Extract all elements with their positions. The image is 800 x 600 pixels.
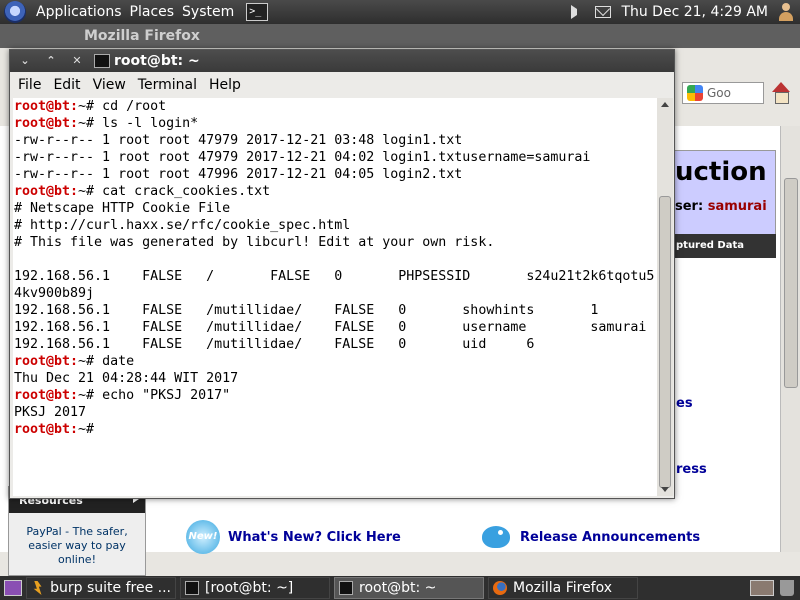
terminal-line: root@bt:~# ls -l login* bbox=[14, 116, 199, 131]
terminal-line: -rw-r--r-- 1 root root 47979 2017-12-21 … bbox=[14, 133, 463, 148]
firefox-scrollbar[interactable] bbox=[780, 126, 800, 552]
window-title: root@bt: ~ bbox=[114, 53, 200, 69]
terminal-line: # Netscape HTTP Cookie File bbox=[14, 201, 231, 216]
home-icon[interactable] bbox=[770, 82, 792, 104]
sidebar: Resources PayPal - The safer, easier way… bbox=[8, 486, 146, 576]
terminal-titlebar[interactable]: ⌄ ⌃ ✕ root@bt: ~ bbox=[10, 50, 674, 72]
clock[interactable]: Thu Dec 21, 4:29 AM bbox=[621, 4, 768, 20]
google-icon[interactable] bbox=[687, 85, 703, 101]
show-desktop-icon[interactable] bbox=[4, 580, 22, 596]
terminal-line: root@bt:~# date bbox=[14, 354, 135, 369]
taskbar-item-terminal-1[interactable]: [root@bt: ~] bbox=[180, 577, 330, 599]
taskbar: burp suite free ... [root@bt: ~] root@bt… bbox=[0, 576, 800, 600]
scrollbar-thumb[interactable] bbox=[784, 178, 798, 388]
nav-link-fragment[interactable]: ress bbox=[676, 462, 707, 477]
terminal-line: Thu Dec 21 04:28:44 WIT 2017 bbox=[14, 371, 239, 386]
terminal-line: # This file was generated by libcurl! Ed… bbox=[14, 235, 495, 250]
mail-icon[interactable] bbox=[595, 6, 612, 18]
terminal-icon bbox=[339, 581, 353, 595]
shell-prompt: root@bt: bbox=[14, 354, 79, 369]
nav-link-fragment[interactable]: es bbox=[676, 396, 693, 411]
menu-edit[interactable]: Edit bbox=[53, 77, 80, 93]
shell-prompt: root@bt: bbox=[14, 184, 79, 199]
menu-system[interactable]: System bbox=[178, 4, 238, 20]
chevron-down-icon[interactable]: ⌄ bbox=[14, 52, 36, 70]
close-icon[interactable]: ✕ bbox=[66, 52, 88, 70]
terminal-line: 192.168.56.1 FALSE /mutillidae/ FALSE 0 … bbox=[14, 337, 535, 352]
trash-icon[interactable] bbox=[780, 580, 794, 596]
terminal-line: 4kv900b89j bbox=[14, 286, 95, 301]
shell-prompt: root@bt: bbox=[14, 99, 79, 114]
chevron-up-icon[interactable]: ⌃ bbox=[40, 52, 62, 70]
terminal-line: -rw-r--r-- 1 root root 47996 2017-12-21 … bbox=[14, 167, 463, 182]
shell-prompt: root@bt: bbox=[14, 116, 79, 131]
menu-terminal[interactable]: Terminal bbox=[138, 77, 197, 93]
terminal-line: root@bt:~# echo "PKSJ 2017" bbox=[14, 388, 231, 403]
terminal-launcher-icon[interactable]: >_ bbox=[246, 3, 269, 21]
logged-in-user: ser: samurai bbox=[675, 199, 767, 214]
twitter-bird-icon[interactable] bbox=[478, 520, 514, 552]
terminal-line: root@bt:~# bbox=[14, 422, 95, 437]
captured-data-bar[interactable]: ptured Data bbox=[672, 234, 776, 258]
distro-logo-icon[interactable] bbox=[4, 1, 26, 23]
page-heading-box: uction ser: samurai bbox=[672, 150, 776, 246]
taskbar-item-terminal-2[interactable]: root@bt: ~ bbox=[334, 577, 484, 599]
taskbar-item-burp[interactable]: burp suite free ... bbox=[26, 577, 176, 599]
terminal-scrollbar[interactable] bbox=[657, 98, 673, 496]
terminal-output[interactable]: root@bt:~# cd /root root@bt:~# ls -l logi… bbox=[13, 98, 657, 496]
top-panel: Applications Places System >_ Thu Dec 21… bbox=[0, 0, 800, 24]
scroll-up-icon[interactable] bbox=[661, 102, 669, 107]
whats-new-link[interactable]: What's New? Click Here bbox=[228, 530, 401, 545]
terminal-line: 192.168.56.1 FALSE /mutillidae/ FALSE 0 … bbox=[14, 320, 647, 335]
terminal-line: PKSJ 2017 bbox=[14, 405, 87, 420]
new-badge-icon[interactable]: New! bbox=[186, 520, 220, 554]
workspace-switcher[interactable] bbox=[750, 580, 774, 596]
terminal-line: -rw-r--r-- 1 root root 47979 2017-12-21 … bbox=[14, 150, 591, 165]
terminal-icon bbox=[94, 54, 110, 68]
firefox-titlebar[interactable]: Mozilla Firefox bbox=[0, 24, 800, 48]
menu-view[interactable]: View bbox=[93, 77, 126, 93]
terminal-icon bbox=[185, 581, 199, 595]
scrollbar-thumb[interactable] bbox=[659, 196, 671, 488]
terminal-line: 192.168.56.1 FALSE /mutillidae/ FALSE 0 … bbox=[14, 303, 599, 318]
shell-prompt: root@bt: bbox=[14, 388, 79, 403]
search-box[interactable]: Goo bbox=[682, 82, 764, 104]
taskbar-item-firefox[interactable]: Mozilla Firefox bbox=[488, 577, 638, 599]
terminal-line: # http://curl.haxx.se/rfc/cookie_spec.ht… bbox=[14, 218, 351, 233]
menu-file[interactable]: File bbox=[18, 77, 41, 93]
volume-icon[interactable] bbox=[571, 5, 585, 19]
burp-icon bbox=[33, 581, 42, 595]
firefox-icon bbox=[493, 581, 507, 595]
release-announcements-link[interactable]: Release Announcements bbox=[520, 530, 700, 545]
search-placeholder: Goo bbox=[707, 86, 731, 100]
paypal-text[interactable]: PayPal - The safer, easier way to pay on… bbox=[9, 513, 145, 567]
terminal-line: 192.168.56.1 FALSE / FALSE 0 PHPSESSID s… bbox=[14, 269, 655, 284]
menu-help[interactable]: Help bbox=[209, 77, 241, 93]
terminal-menubar: File Edit View Terminal Help bbox=[10, 72, 674, 98]
menu-applications[interactable]: Applications bbox=[32, 4, 126, 20]
user-icon[interactable] bbox=[778, 3, 794, 21]
terminal-line: root@bt:~# cat crack_cookies.txt bbox=[14, 184, 271, 199]
terminal-line: root@bt:~# cd /root bbox=[14, 99, 167, 114]
page-heading: uction bbox=[675, 157, 767, 187]
terminal-window: ⌄ ⌃ ✕ root@bt: ~ File Edit View Terminal… bbox=[9, 49, 675, 499]
shell-prompt: root@bt: bbox=[14, 422, 79, 437]
menu-places[interactable]: Places bbox=[126, 4, 179, 20]
scroll-down-icon[interactable] bbox=[661, 487, 669, 492]
